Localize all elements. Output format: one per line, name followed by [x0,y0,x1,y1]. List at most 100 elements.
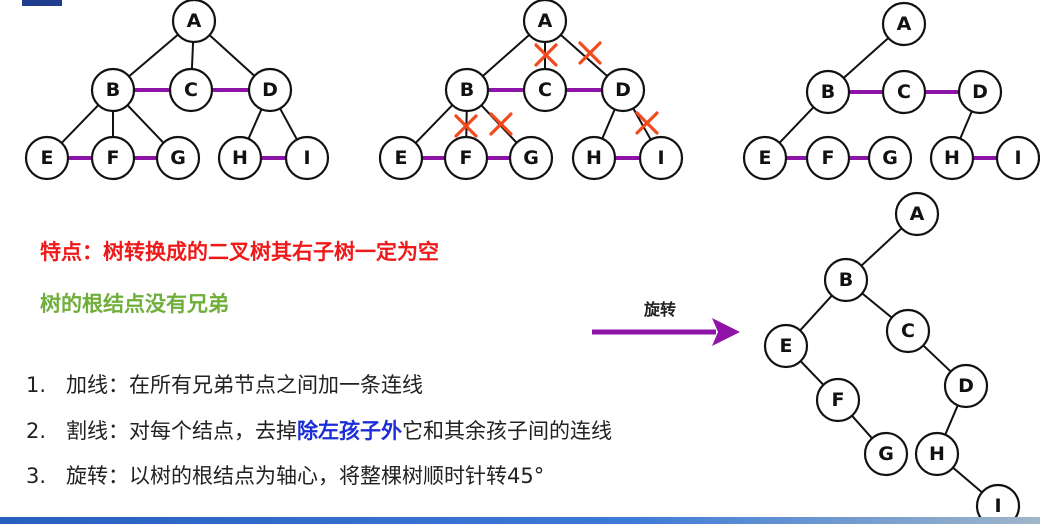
node-label: C [901,320,915,342]
node-D: D [600,67,646,113]
step-text-emphasis: 除左孩子外 [297,419,402,443]
node-F: F [805,135,851,181]
node-label: F [107,147,120,169]
step-text-before: 割线：对每个结点，去掉 [66,419,297,443]
node-label: A [538,10,553,32]
tree-edge-A-B [842,37,890,79]
node-E: E [24,135,70,181]
tree-edge-D-H [247,108,263,140]
cut-mark-D-I [635,111,659,135]
node-label: D [958,375,974,397]
node-D: D [247,67,293,113]
node-A: A [881,1,927,47]
node-H: H [217,135,263,181]
node-label: E [395,147,408,169]
step-rotate: 3. 旋转：以树的根结点为轴心，将整棵树顺时针转45° [26,460,544,490]
node-B: B [90,67,136,113]
node-C: C [522,67,568,113]
node-label: D [615,79,631,101]
node-label: I [1014,147,1021,169]
node-A: A [894,191,940,237]
tree-edge-C-D [922,344,952,373]
step-cut-lines: 2. 割线：对每个结点，去掉除左孩子外它和其余孩子间的连线 [26,415,612,445]
step-number: 2. [26,419,47,443]
node-D: D [943,363,989,409]
node-G: G [863,431,909,477]
node-label: H [232,147,248,169]
node-label: G [882,147,898,169]
node-label: D [972,81,988,103]
node-E: E [378,135,424,181]
tree-edge-D-H [944,404,959,436]
tree-rotated-binary: A B C D E F G H I [763,191,1021,524]
node-label: G [523,147,539,169]
node-B: B [805,69,851,115]
tree-edge-A-D [560,34,608,77]
cut-mark-B-G [489,112,513,136]
node-G: G [508,135,554,181]
tree-after-cut: A B C D E F G H I [742,1,1040,181]
tree-edge-D-I [279,107,298,141]
tree-edge-F-G [851,415,873,439]
node-label: B [106,79,120,101]
step-add-lines: 1. 加线：在所有兄弟节点之间加一条连线 [26,369,423,399]
tree-edge-E-F [799,360,825,386]
tree-original: A B C D E F G H I [24,0,330,181]
step-number: 1. [26,373,47,397]
tree-edge-A-B [860,227,903,267]
tree-edge-D-H [959,110,973,140]
node-label: I [657,147,664,169]
feature-note: 特点：树转换成的二叉树其右子树一定为空 [40,240,439,264]
root-note: 树的根结点没有兄弟 [40,292,229,316]
node-H: H [929,135,975,181]
node-F: F [90,135,136,181]
node-label: G [170,147,186,169]
node-G: G [867,135,913,181]
node-label: D [262,79,278,101]
tree-edge-B-E [414,104,454,144]
tree-cut-edges: A B C D E F G H I [378,0,684,181]
tree-edge-A-B [128,33,179,78]
node-label: E [780,335,793,357]
node-label: I [303,147,310,169]
node-I: I [995,135,1040,181]
node-C: C [885,308,931,354]
node-label: F [822,147,835,169]
node-C: C [168,67,214,113]
node-label: A [910,203,925,225]
bottom-bar [0,517,1040,524]
node-label: F [460,147,473,169]
node-G: G [155,135,201,181]
rotate-arrow-head [712,318,740,346]
node-label: C [538,79,552,101]
node-label: G [878,443,894,465]
node-H: H [571,135,617,181]
node-label: B [821,81,835,103]
step-text: 加线：在所有兄弟节点之间加一条连线 [66,373,423,397]
node-B: B [444,67,490,113]
tree-edge-B-E [60,104,100,144]
node-label: H [586,147,602,169]
node-C: C [881,69,927,115]
tree-edge-D-H [601,108,616,140]
node-label: E [41,147,54,169]
node-E: E [763,323,809,369]
node-label: A [897,13,912,35]
node-label: C [897,81,911,103]
node-B: B [823,257,869,303]
node-F: F [815,377,861,423]
tree-edge-H-I [952,466,983,494]
step-text: 旋转：以树的根结点为轴心，将整棵树顺时针转45° [66,464,545,488]
node-I: I [638,135,684,181]
node-D: D [957,69,1003,115]
rotate-label: 旋转 [644,300,677,319]
tree-edge-B-E [778,106,815,144]
tree-edge-A-D [208,34,256,77]
node-label: H [944,147,960,169]
node-label: E [759,147,772,169]
node-label: F [832,389,845,411]
tree-edge-B-C [861,292,893,319]
step-number: 3. [26,464,47,488]
step-text-after: 它和其余孩子间的连线 [402,419,612,443]
tree-edge-A-C [190,41,195,70]
